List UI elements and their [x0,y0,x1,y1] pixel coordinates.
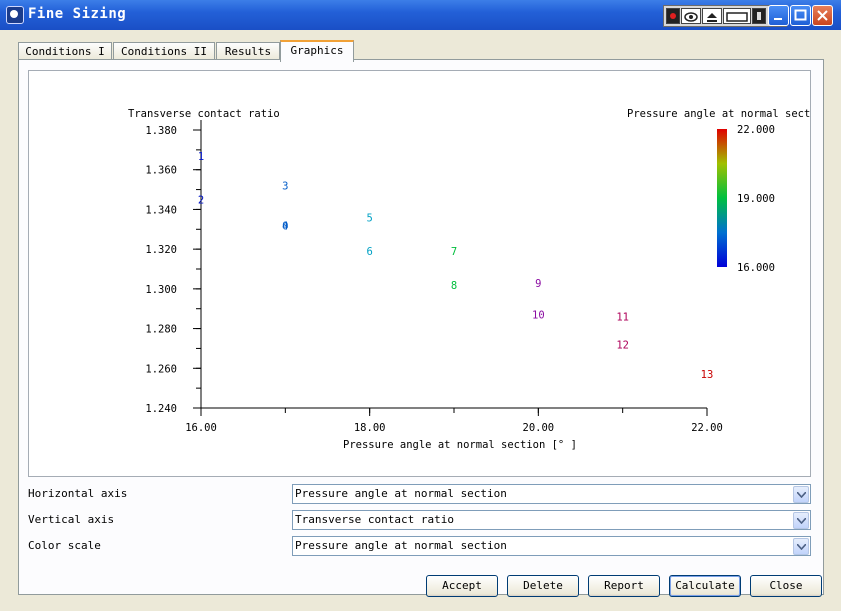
data-point-label: 5 [367,212,373,224]
dropdown-button[interactable] [793,486,809,503]
accept-button[interactable]: Accept [426,575,498,597]
data-point-label: 1 [198,151,204,163]
data-point-label: 2 [198,195,204,207]
color-scale-tick-label: 19.000 [737,193,775,205]
vertical-axis-select[interactable]: Transverse contact ratio [292,510,811,530]
y-axis-title: Transverse contact ratio [128,108,280,120]
close-button[interactable] [812,5,833,26]
axes: 1.380 1.360 1.340 1.320 1.300 1.280 1.260 1.240… [145,120,723,434]
x-tick-label: 22.00 [691,422,723,434]
scatter-chart: Transverse contact ratio Pressure angle … [128,108,829,451]
plot-panel: Transverse contact ratio Pressure angle … [28,70,829,477]
color-scale-label: Color scale [28,539,101,552]
x-tick-label: 16.00 [185,422,217,434]
pin-icon[interactable] [752,8,766,24]
chevron-down-icon [797,544,806,550]
window-icon[interactable] [723,8,751,24]
y-tick-label: 1.260 [145,363,177,375]
delete-button[interactable]: Delete [507,575,579,597]
maximize-icon [794,9,807,21]
color-scale-row: Color scale Pressure angle at normal sec… [28,536,811,556]
data-point-label: 10 [532,310,545,322]
eject-icon[interactable] [702,8,722,24]
x-axis-title: Pressure angle at normal section [° ] [343,439,577,451]
minimize-icon [774,18,782,20]
y-tick-label: 1.380 [145,125,177,137]
y-tick-label: 1.300 [145,284,177,296]
record-icon[interactable] [666,8,680,24]
tab-results[interactable]: Results [216,42,280,60]
data-point-label: 6 [367,246,373,258]
data-point-label: 13 [701,369,714,381]
y-tick-label: 1.240 [145,403,177,415]
tab-graphics[interactable]: Graphics [280,40,354,62]
chevron-down-icon [797,492,806,498]
color-scale-select[interactable]: Pressure angle at normal section [292,536,811,556]
data-point-label: 11 [616,312,629,324]
tab-conditions-2[interactable]: Conditions II [113,42,215,60]
report-button[interactable]: Report [588,575,660,597]
minimize-button[interactable] [768,5,789,26]
color-scale-tick-label: 16.000 [737,262,775,274]
y-tick-label: 1.340 [145,204,177,216]
maximize-button[interactable] [790,5,811,26]
data-point-label: 7 [451,246,457,258]
data-point-label: 0 [282,220,288,232]
vertical-axis-label: Vertical axis [28,513,115,526]
dropdown-button[interactable] [793,538,809,555]
horizontal-axis-select[interactable]: Pressure angle at normal section [292,484,811,504]
data-points: 1234056 78 910 111213 [198,151,713,381]
color-scale-title: Pressure angle at normal section [627,108,810,120]
y-tick-label: 1.280 [145,324,177,336]
data-point-label: 8 [451,280,457,292]
fine-sizing-window: Fine Sizing Conditions I Conditions II R… [0,0,841,611]
data-point-label: 9 [535,278,541,290]
chevron-down-icon [797,518,806,524]
tab-conditions-1[interactable]: Conditions I [18,42,112,60]
x-tick-label: 20.00 [523,422,555,434]
y-tick-label: 1.360 [145,165,177,177]
color-scale-value: Pressure angle at normal section [295,539,507,552]
vertical-axis-value: Transverse contact ratio [295,513,454,526]
close-dialog-button[interactable]: Close [750,575,822,597]
color-scale-tick-label: 22.000 [737,124,775,136]
horizontal-axis-row: Horizontal axis Pressure angle at normal… [28,484,811,504]
calculate-button[interactable]: Calculate [669,575,741,597]
dropdown-button[interactable] [793,512,809,529]
horizontal-axis-value: Pressure angle at normal section [295,487,507,500]
title-bar[interactable]: Fine Sizing [0,0,841,30]
color-scale-gradient-bar [717,129,727,267]
eye-icon[interactable] [681,8,701,24]
close-icon [817,10,828,21]
data-point-label: 12 [616,339,629,351]
vertical-axis-row: Vertical axis Transverse contact ratio [28,510,811,530]
window-title: Fine Sizing [28,6,127,22]
data-point-label: 3 [282,181,288,193]
horizontal-axis-label: Horizontal axis [28,487,128,500]
x-tick-label: 18.00 [354,422,386,434]
color-scale-bar: 22.000 19.000 16.000 [717,124,775,274]
app-icon [6,6,24,24]
y-tick-label: 1.320 [145,244,177,256]
